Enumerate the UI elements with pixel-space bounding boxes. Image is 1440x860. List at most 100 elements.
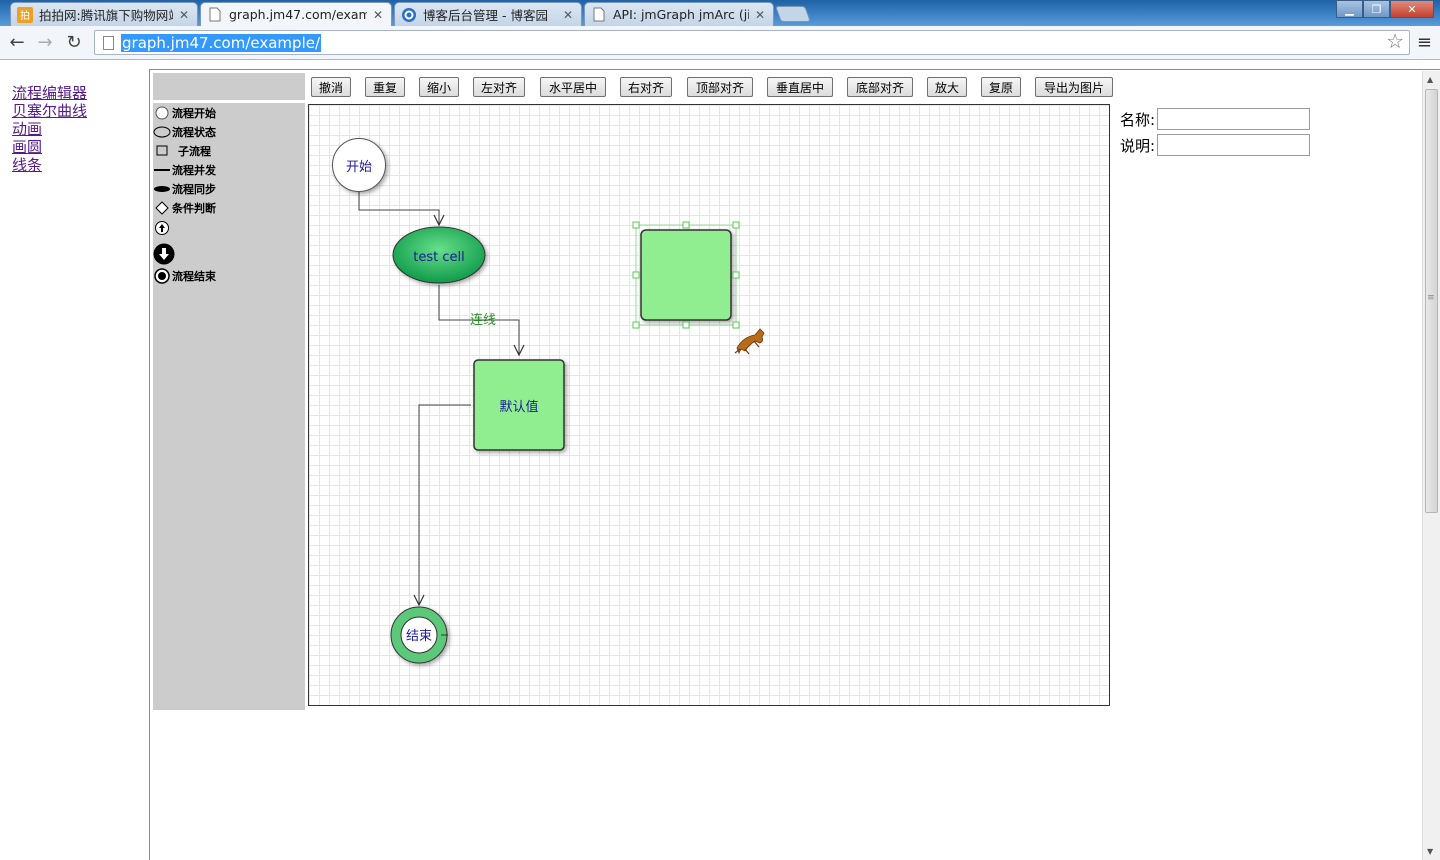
page-icon <box>103 36 114 50</box>
palette-item-arrow-up[interactable] <box>153 221 172 235</box>
palette-label: 流程开始 <box>172 107 216 120</box>
browser-tab-api[interactable]: API: jmGraph jmArc (jia ✕ <box>584 2 774 26</box>
node-default-value[interactable]: 默认值 <box>473 359 565 451</box>
thick-bar-icon <box>153 182 171 196</box>
palette-label: 流程状态 <box>172 126 216 139</box>
node-test-cell-label: test cell <box>413 250 464 265</box>
node-test-cell[interactable]: test cell <box>392 226 486 284</box>
bookmark-star-icon[interactable]: ☆ <box>1386 29 1404 53</box>
page-icon <box>207 7 223 23</box>
menu-icon[interactable]: ≡ <box>1417 32 1432 53</box>
palette-item-flow-start[interactable]: 流程开始 <box>153 105 216 121</box>
scroll-down-icon[interactable]: ▼ <box>1427 847 1433 856</box>
align-right-button[interactable]: 右对齐 <box>620 77 672 97</box>
reload-icon[interactable]: ↻ <box>62 31 86 55</box>
node-start-label: 开始 <box>346 160 372 175</box>
nav-link-circle[interactable]: 画圆 <box>12 138 87 156</box>
zoom-out-button[interactable]: 缩小 <box>419 77 459 97</box>
node-start[interactable]: 开始 <box>332 138 386 192</box>
diamond-icon <box>153 201 171 215</box>
tab-label: 拍拍网:腾讯旗下购物网站 <box>39 8 173 23</box>
node-end[interactable]: 结束 <box>390 606 448 664</box>
tab-label: graph.jm47.com/examp <box>229 7 367 22</box>
example-nav: 流程编辑器 贝塞尔曲线 动画 画圆 线条 <box>12 84 87 174</box>
minimize-button[interactable]: ▁ <box>1336 0 1363 18</box>
zoom-in-button[interactable]: 放大 <box>927 77 967 97</box>
nav-link-flow-editor[interactable]: 流程编辑器 <box>12 84 87 102</box>
close-icon[interactable]: ✕ <box>561 8 575 22</box>
new-tab-button[interactable] <box>775 6 811 22</box>
close-icon[interactable]: ✕ <box>177 8 191 22</box>
forward-arrow-icon[interactable]: → <box>33 31 57 55</box>
align-bottom-button[interactable]: 底部对齐 <box>847 77 913 97</box>
redo-button[interactable]: 重复 <box>365 77 405 97</box>
close-icon[interactable]: ✕ <box>753 8 767 22</box>
browser-tab-graph[interactable]: graph.jm47.com/examp ✕ <box>200 2 392 26</box>
palette-item-subflow[interactable]: 子流程 <box>153 143 211 159</box>
window-close-button[interactable]: ✕ <box>1390 0 1434 18</box>
nav-link-animation[interactable]: 动画 <box>12 120 87 138</box>
node-end-label: 结束 <box>406 629 432 644</box>
node-default-value-label: 默认值 <box>499 399 538 415</box>
undo-button[interactable]: 撤消 <box>311 77 351 97</box>
align-center-horizontal-button[interactable]: 水平居中 <box>540 77 606 97</box>
rectangle-icon <box>153 144 171 158</box>
page-icon <box>591 7 607 23</box>
browser-tab-cnblogs[interactable]: 博客后台管理 - 博客园 ✕ <box>394 2 582 26</box>
align-left-button[interactable]: 左对齐 <box>473 77 525 97</box>
tab-label: API: jmGraph jmArc (jia <box>613 7 749 22</box>
browser-titlebar: 拍 拍拍网:腾讯旗下购物网站 ✕ graph.jm47.com/examp ✕ … <box>0 0 1440 26</box>
end-circle-icon <box>153 268 171 284</box>
edge-label: 连线 <box>470 312 496 328</box>
arrow-down-icon <box>153 243 175 265</box>
palette-item-flow-sync[interactable]: 流程同步 <box>153 181 216 197</box>
palette-item-flow-fork[interactable]: 流程并发 <box>153 162 216 178</box>
description-input[interactable] <box>1157 134 1311 156</box>
align-middle-vertical-button[interactable]: 垂直居中 <box>767 77 833 97</box>
palette-label: 条件判断 <box>172 202 216 215</box>
circle-icon <box>153 106 171 120</box>
back-arrow-icon[interactable]: ← <box>5 31 29 55</box>
grip-icon: ≡ <box>1427 293 1435 303</box>
ellipse-icon <box>153 125 171 139</box>
nav-link-lines[interactable]: 线条 <box>12 156 87 174</box>
palette-item-arrow-down[interactable] <box>153 243 176 265</box>
address-bar[interactable]: graph.jm47.com/example/ <box>94 30 1410 55</box>
vertical-scrollbar[interactable]: ▲ ≡ ▼ <box>1422 71 1440 860</box>
paipai-icon: 拍 <box>17 6 33 23</box>
scroll-up-icon[interactable]: ▲ <box>1427 75 1433 84</box>
browser-tab-paipai[interactable]: 拍 拍拍网:腾讯旗下购物网站 ✕ <box>10 2 198 26</box>
palette-label: 流程同步 <box>172 183 216 196</box>
node-selected-rect[interactable] <box>635 224 737 326</box>
edge-start-to-testcell[interactable] <box>358 192 445 227</box>
tab-label: 博客后台管理 - 博客园 <box>423 8 548 23</box>
diagram-svg: 开始 test cell 连线 默认值 结束 <box>332 138 765 664</box>
browser-toolbar: ← → ↻ graph.jm47.com/example/ ☆ ≡ <box>0 26 1440 60</box>
description-label: 说明: <box>1120 136 1156 155</box>
name-label: 名称: <box>1120 110 1156 129</box>
palette-item-flow-state[interactable]: 流程状态 <box>153 124 216 140</box>
export-image-button[interactable]: 导出为图片 <box>1035 77 1113 97</box>
edge-default-to-end[interactable] <box>413 404 471 607</box>
align-top-button[interactable]: 顶部对齐 <box>687 77 753 97</box>
palette-item-condition[interactable]: 条件判断 <box>153 200 216 216</box>
palette-item-flow-end[interactable]: 流程结束 <box>153 268 216 284</box>
arrow-up-icon <box>153 221 171 235</box>
line-icon <box>153 163 171 177</box>
nav-link-bezier[interactable]: 贝塞尔曲线 <box>12 102 87 120</box>
horse-icon[interactable] <box>734 328 765 355</box>
properties-panel: 名称: 说明: <box>1120 106 1311 158</box>
palette-header <box>153 73 305 100</box>
svg-text:拍: 拍 <box>20 9 30 22</box>
reset-button[interactable]: 复原 <box>981 77 1021 97</box>
close-icon[interactable]: ✕ <box>371 8 385 22</box>
shape-palette: 流程开始 流程状态 子流程 流程并发 流程同步 条件判断 流程结束 <box>153 103 305 710</box>
maximize-button[interactable]: ❐ <box>1363 0 1390 18</box>
cnblogs-icon <box>401 7 417 23</box>
name-input[interactable] <box>1157 108 1311 130</box>
palette-label: 流程并发 <box>172 164 216 177</box>
palette-label: 子流程 <box>178 145 211 158</box>
diagram-canvas[interactable]: 开始 test cell 连线 默认值 结束 <box>308 104 1110 706</box>
palette-label: 流程结束 <box>172 270 216 283</box>
url-text[interactable]: graph.jm47.com/example/ <box>121 34 322 52</box>
